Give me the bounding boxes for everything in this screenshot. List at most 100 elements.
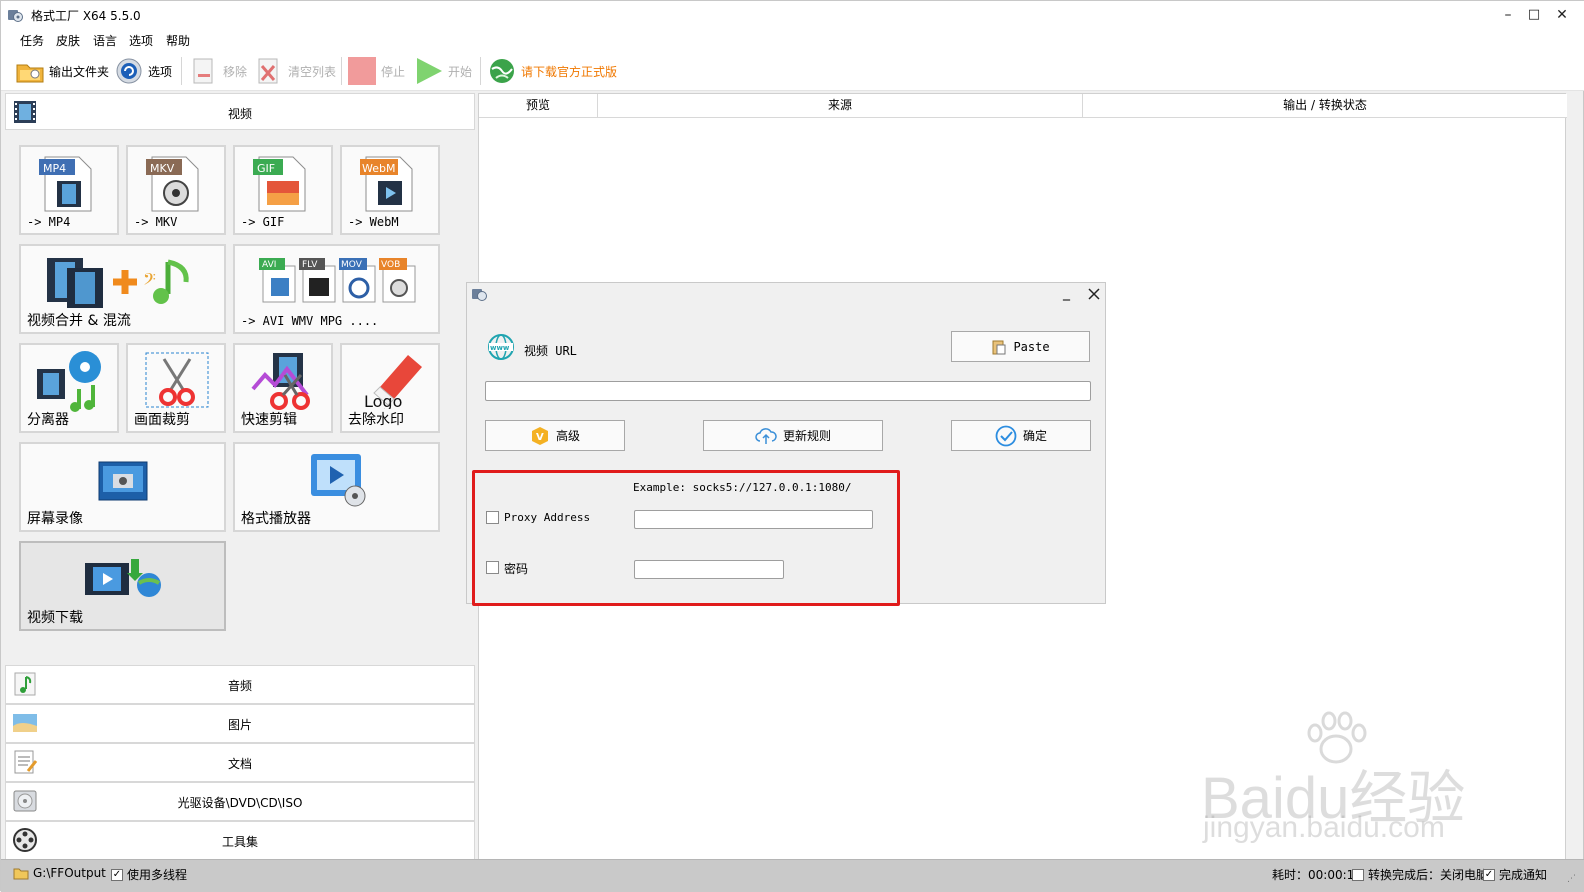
output-path-label: G:\FFOutput <box>33 866 106 880</box>
options-button[interactable]: 选项 <box>114 55 172 87</box>
tile-to-avi-wmv-mpg-label: -> AVI WMV MPG .... <box>241 314 379 328</box>
tools-category-header[interactable]: 工具集 <box>5 821 475 860</box>
tile-screen-record-label: 屏幕录像 <box>27 511 83 527</box>
clear-list-button[interactable]: 清空列表 <box>254 55 336 87</box>
tile-remove-watermark[interactable]: Logo 去除水印 <box>340 343 440 433</box>
tile-to-mkv[interactable]: MKV -> MKV <box>126 145 226 235</box>
after-convert-checkbox[interactable] <box>1352 868 1364 881</box>
multithread-toggle[interactable]: ✓ 使用多线程 <box>111 866 187 883</box>
maximize-button[interactable]: □ <box>1521 5 1547 25</box>
menu-help[interactable]: 帮助 <box>166 32 190 49</box>
ok-button-label: 确定 <box>1022 429 1047 443</box>
toolbar-separator <box>181 57 182 85</box>
options-label: 选项 <box>148 64 173 79</box>
update-rules-button[interactable]: 更新规则 <box>703 420 883 451</box>
dialog-close-icon[interactable] <box>1087 287 1101 301</box>
document-category-header[interactable]: 文档 <box>5 743 475 782</box>
eraser-icon: Logo <box>364 355 422 409</box>
stop-button[interactable]: 停止 <box>347 55 405 87</box>
tile-to-webm[interactable]: WebM -> WebM <box>340 145 440 235</box>
dvd-category-header[interactable]: 光驱设备\DVD\CD\ISO <box>5 782 475 821</box>
audio-category-label: 音频 <box>227 679 252 693</box>
mkv-file-icon: MKV <box>146 156 199 212</box>
clipboard-icon <box>992 340 1006 354</box>
video-category-label: 视频 <box>227 107 252 121</box>
window-title: 格式工厂 X64 5.5.0 <box>31 9 141 23</box>
clear-list-label: 清空列表 <box>288 64 337 79</box>
tile-quick-clip[interactable]: 快速剪辑 <box>233 343 333 433</box>
notify-toggle[interactable]: ✓ 完成通知 <box>1483 866 1547 883</box>
after-convert-label: 转换完成后：关闭电脑 <box>1368 868 1489 882</box>
paste-button[interactable]: Paste <box>951 331 1090 362</box>
menu-language[interactable]: 语言 <box>93 32 117 49</box>
svg-text:www: www <box>490 344 510 352</box>
video-url-input[interactable] <box>485 381 1091 401</box>
column-source[interactable]: 来源 <box>598 94 1083 118</box>
minimize-button[interactable]: – <box>1495 5 1521 25</box>
tile-screen-record[interactable]: 屏幕录像 <box>19 442 226 532</box>
tile-format-player-label: 格式播放器 <box>241 511 311 527</box>
menu-task[interactable]: 任务 <box>20 32 44 49</box>
close-button[interactable]: ✕ <box>1549 5 1575 25</box>
notify-checkbox[interactable]: ✓ <box>1483 868 1495 881</box>
remove-button[interactable]: 移除 <box>189 55 247 87</box>
multi-format-icon: AVI FLV MOV VOB <box>259 258 416 303</box>
mov-badge-text: MOV <box>341 260 363 270</box>
vob-badge-text: VOB <box>381 260 400 270</box>
tile-splitter-label: 分离器 <box>27 412 69 428</box>
stop-icon <box>348 57 376 85</box>
output-path[interactable]: G:\FFOutput <box>13 866 106 880</box>
tile-splitter[interactable]: 分离器 <box>19 343 119 433</box>
menu-skin[interactable]: 皮肤 <box>56 32 80 49</box>
check-circle-icon <box>995 425 1017 446</box>
advanced-button[interactable]: V 高级 <box>485 420 625 451</box>
column-preview[interactable]: 预览 <box>479 94 598 118</box>
tile-to-mp4[interactable]: MP4 -> MP4 <box>19 145 119 235</box>
image-category-header[interactable]: 图片 <box>5 704 475 743</box>
audio-category-header[interactable]: 音频 <box>5 665 475 704</box>
tile-to-gif[interactable]: GIF -> GIF <box>233 145 333 235</box>
tile-to-avi-wmv-mpg[interactable]: AVI FLV MOV VOB -> AVI WMV MPG .... <box>233 244 440 334</box>
tile-to-mp4-label: -> MP4 <box>27 215 71 229</box>
cloud-upload-icon <box>755 427 777 444</box>
merge-icon: 𝄢 <box>47 258 189 308</box>
screen-record-icon <box>98 461 148 501</box>
dialog-app-icon <box>472 289 487 301</box>
output-folder-button[interactable]: 输出文件夹 <box>15 55 109 87</box>
column-output-status[interactable]: 输出 / 转换状态 <box>1083 94 1567 118</box>
play-icon <box>417 58 442 84</box>
mkv-badge-text: MKV <box>150 162 175 175</box>
tools-category-label: 工具集 <box>221 835 258 849</box>
svg-text:𝄢: 𝄢 <box>143 269 156 293</box>
remove-label: 移除 <box>223 64 248 79</box>
multithread-checkbox[interactable]: ✓ <box>111 868 123 881</box>
svg-text:V: V <box>536 432 544 443</box>
download-official-button[interactable]: 请下载官方正式版 <box>487 55 617 87</box>
tile-to-gif-label: -> GIF <box>241 215 285 229</box>
tile-video-download[interactable]: 视频下载 <box>19 541 226 631</box>
video-download-icon <box>85 559 161 597</box>
resize-grip[interactable]: ⋰ <box>1567 874 1576 884</box>
tile-format-player[interactable]: 格式播放器 <box>233 442 440 532</box>
category-panel: 视频 MP4 -> MP4 MKV -> MKV GIF -> GIF WebM… <box>5 93 475 868</box>
toolbar: 输出文件夹 选项 移除 清空列表 停止 开始 请下载官方正式版 <box>1 51 1584 91</box>
tile-video-merge[interactable]: 𝄢 视频合并 & 混流 <box>19 244 226 334</box>
webm-badge-text: WebM <box>362 162 395 175</box>
tile-crop-label: 画面裁剪 <box>134 412 190 428</box>
quick-clip-icon <box>251 353 310 410</box>
tile-to-webm-label: -> WebM <box>348 215 399 229</box>
advanced-button-label: 高级 <box>555 429 580 443</box>
start-button[interactable]: 开始 <box>414 55 472 87</box>
menu-options[interactable]: 选项 <box>129 32 153 49</box>
tile-crop[interactable]: 画面裁剪 <box>126 343 226 433</box>
tile-remove-watermark-label: 去除水印 <box>348 412 404 428</box>
dvd-category-label: 光驱设备\DVD\CD\ISO <box>177 796 303 810</box>
folder-icon <box>16 64 44 83</box>
after-convert-toggle[interactable]: 转换完成后：关闭电脑 <box>1352 866 1488 883</box>
start-label: 开始 <box>448 64 473 79</box>
status-bar: G:\FFOutput ✓ 使用多线程 耗时：00:00:19 转换完成后：关闭… <box>1 859 1584 892</box>
ok-button[interactable]: 确定 <box>951 420 1091 451</box>
video-category-header[interactable]: 视频 <box>5 93 475 130</box>
clear-list-icon <box>258 58 278 84</box>
dialog-minimize-button[interactable]: _ <box>1063 285 1070 301</box>
